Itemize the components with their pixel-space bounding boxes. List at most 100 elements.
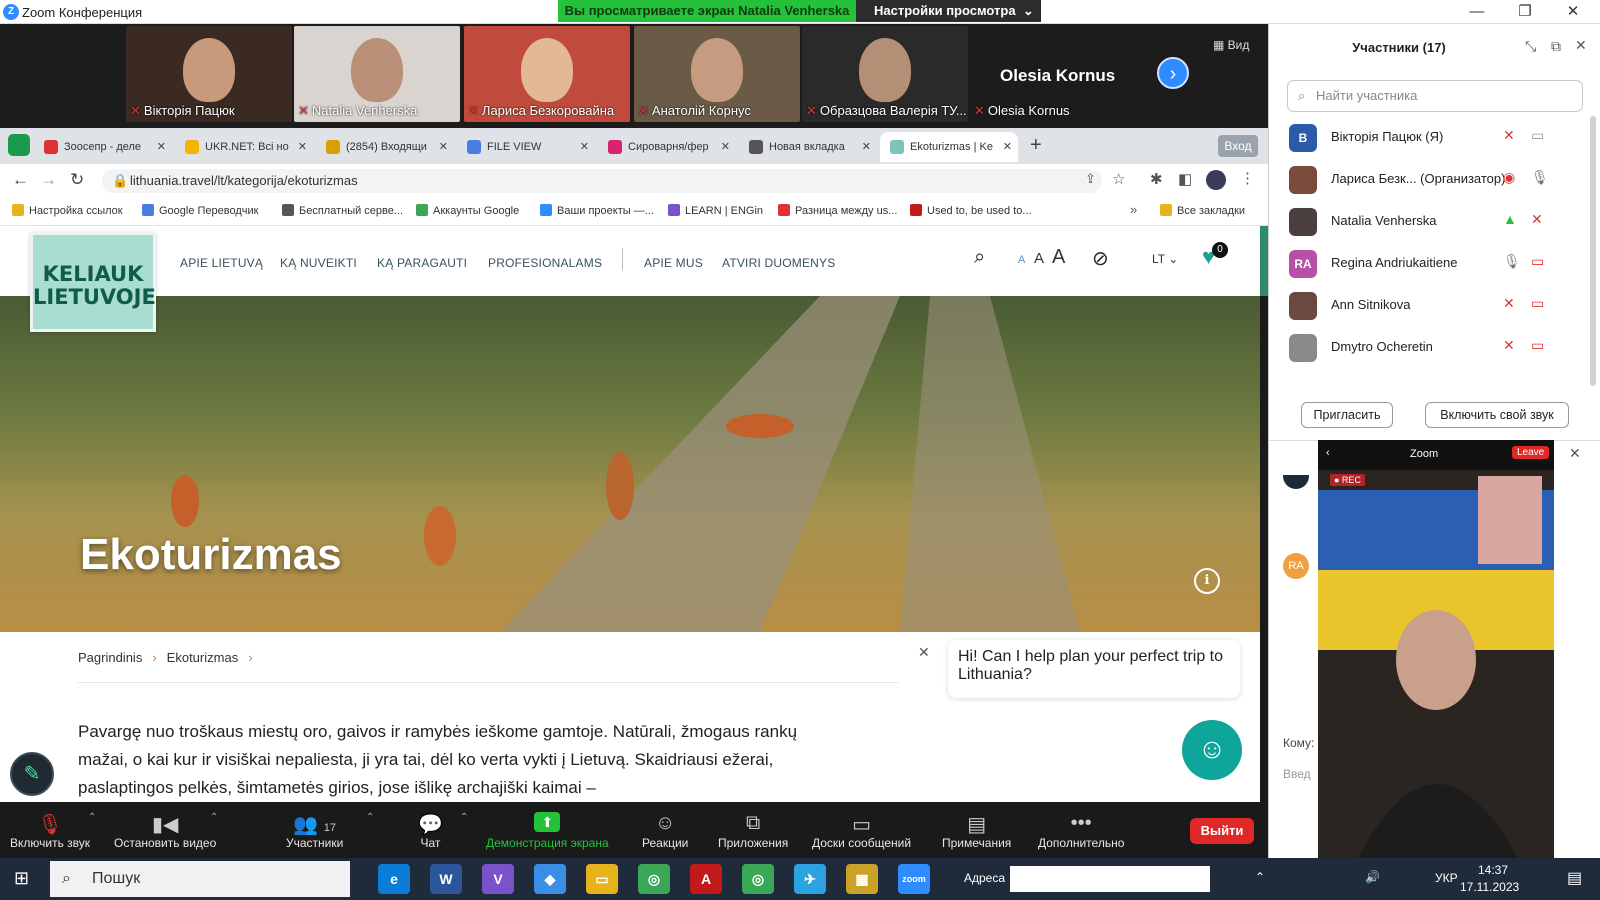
leave-button[interactable]: Выйти (1190, 818, 1254, 844)
bookmark-item[interactable]: Google Переводчик (142, 204, 259, 217)
star-icon[interactable]: ☆ (1112, 170, 1125, 188)
bookmark-item[interactable]: Used to, be used to... (910, 204, 1032, 217)
tab-close-icon[interactable]: ✕ (862, 132, 871, 162)
keyboard-language[interactable]: УКР (1435, 871, 1458, 885)
video-tile-active[interactable]: Olesia Kornus ✕ Olesia Kornus (970, 26, 1136, 122)
chevron-up-icon[interactable]: ⌃ (88, 812, 96, 823)
font-size-medium[interactable]: A (1034, 250, 1044, 267)
share-screen-button[interactable]: ⬆ Демонстрация экрана (486, 812, 609, 850)
breadcrumb-current[interactable]: Ekoturizmas (167, 650, 239, 665)
nav-profesionalams[interactable]: PROFESIONALAMS (488, 256, 602, 270)
chatbot-icon[interactable]: ☺ (1182, 720, 1242, 780)
language-select[interactable]: LT ⌄ (1152, 252, 1178, 266)
next-page-button[interactable]: › (1157, 57, 1189, 89)
browser-tab[interactable]: FILE VIEW ✕ (457, 132, 595, 162)
browser-tab[interactable]: UKR.NET: Всі но ✕ (175, 132, 313, 162)
font-size-large[interactable]: A (1052, 246, 1065, 269)
participants-button[interactable]: 👥 17 Участники (286, 812, 343, 850)
chat-close-icon[interactable]: ✕ (918, 644, 930, 661)
sidepanel-icon[interactable]: ◧ (1178, 170, 1192, 188)
chevron-up-icon[interactable]: ⌃ (210, 812, 218, 823)
taskbar-app-icon[interactable]: ◆ (534, 864, 566, 894)
browser-tab[interactable]: Сироварня/фер ✕ (598, 132, 736, 162)
video-tile[interactable]: ✕ Анатолій Корнус (634, 26, 800, 122)
taskbar-app-icon[interactable]: ◎ (742, 864, 774, 894)
forward-icon[interactable]: → (40, 170, 57, 190)
chevron-up-icon[interactable]: ⌃ (460, 812, 468, 823)
collapse-icon[interactable]: ⤡ (1525, 38, 1536, 55)
participant-row[interactable]: Dmytro Ocheretin ✕ ▭ (1269, 326, 1589, 368)
tab-close-icon[interactable]: ✕ (298, 132, 307, 162)
taskbar-app-icon[interactable]: ◎ (638, 864, 670, 894)
nav-atviri-duomenys[interactable]: ATVIRI DUOMENYS (722, 256, 835, 270)
browser-tab[interactable]: (2854) Входящи ✕ (316, 132, 454, 162)
url-input[interactable]: 🔒 lithuania.travel/lt/kategorija/ekoturiz… (102, 169, 1102, 193)
windows-start-icon[interactable]: ⊞ (14, 868, 29, 889)
notifications-icon[interactable]: ▤ (1567, 868, 1582, 888)
tab-close-icon[interactable]: ✕ (580, 132, 589, 162)
phone-leave-button[interactable]: Leave (1512, 446, 1550, 459)
notes-button[interactable]: ▤ Примечания (942, 812, 1011, 850)
page-scrollbar[interactable] (1260, 226, 1268, 296)
share-icon[interactable]: ⇪ (1085, 171, 1096, 187)
tab-close-icon[interactable]: ✕ (157, 132, 166, 162)
extensions-icon[interactable]: ✱ (1150, 170, 1163, 188)
tray-chevron-icon[interactable]: ⌃ (1255, 870, 1265, 884)
video-tile[interactable]: ✕ Лариса Безкоровайна (464, 26, 630, 122)
chat-input[interactable]: Введ (1283, 767, 1311, 781)
taskbar-app-icon[interactable]: V (482, 864, 514, 894)
back-icon[interactable]: ‹ (1326, 447, 1330, 459)
reload-icon[interactable]: ↻ (70, 170, 84, 190)
participant-row[interactable]: Лариса Безк... (Организатор) ◉ 🎙 (1269, 158, 1589, 200)
minimize-button[interactable]: — (1462, 2, 1492, 22)
address-input[interactable] (1010, 866, 1210, 892)
bookmark-item[interactable]: Аккаунты Google (416, 204, 519, 217)
whiteboards-button[interactable]: ▭ Доски сообщений (812, 812, 911, 850)
nav-apie-mus[interactable]: APIE MUS (644, 256, 703, 270)
tab-close-icon[interactable]: ✕ (1003, 132, 1012, 162)
taskbar-search[interactable]: ⌕ Пошук (50, 861, 350, 897)
unmute-self-button[interactable]: Включить свой звук (1425, 402, 1569, 428)
volume-icon[interactable]: 🔊 (1365, 870, 1380, 884)
browser-tab[interactable]: Новая вкладка ✕ (739, 132, 877, 162)
tab-close-icon[interactable]: ✕ (439, 132, 448, 162)
bookmark-item[interactable]: Разница между us... (778, 204, 897, 217)
restore-button[interactable]: ❐ (1510, 2, 1540, 22)
taskbar-app-icon[interactable]: A (690, 864, 722, 894)
taskbar-app-icon[interactable]: ▭ (586, 864, 618, 894)
reactions-button[interactable]: ☺ Реакции (642, 812, 688, 850)
bookmark-item[interactable]: Настройка ссылок (12, 204, 123, 217)
eye-slash-icon[interactable]: ⊘ (1092, 246, 1109, 271)
info-icon[interactable]: i (1194, 568, 1220, 594)
apps-button[interactable]: ⧉ Приложения (718, 812, 788, 850)
tab-close-icon[interactable]: ✕ (721, 132, 730, 162)
site-logo[interactable]: KELIAUK LIETUVOJE (30, 232, 156, 332)
pencil-icon[interactable]: ✎ (10, 752, 54, 796)
view-settings-button[interactable]: Настройки просмотра ⌄ (856, 0, 1041, 22)
taskbar-app-icon[interactable]: ✈ (794, 864, 826, 894)
browser-tab[interactable]: Зоосепр - деле ✕ (34, 132, 172, 162)
taskbar-app-icon[interactable]: ▦ (846, 864, 878, 894)
menu-icon[interactable]: ⋮ (1240, 169, 1255, 187)
video-tile[interactable]: ✕ Вікторія Пацюк (126, 26, 292, 122)
video-tile[interactable]: ✕ Образцова Валерія ТУ... (802, 26, 968, 122)
taskbar-app-icon[interactable]: W (430, 864, 462, 894)
unmute-button[interactable]: 🎙 Включить звук (10, 812, 90, 850)
stop-video-button[interactable]: ▮◀ Остановить видео (114, 812, 216, 850)
taskbar-app-icon[interactable]: zoom (898, 864, 930, 894)
browser-tab[interactable]: Ekoturizmas | Ke ✕ (880, 132, 1018, 162)
back-icon[interactable]: ← (12, 170, 29, 190)
chat-close-icon[interactable]: ✕ (1569, 445, 1581, 462)
nav-ka-nuveikti[interactable]: KĄ NUVEIKTI (280, 256, 357, 270)
more-bookmarks-icon[interactable]: » (1130, 202, 1137, 217)
font-size-small[interactable]: A (1018, 254, 1025, 266)
shield-icon[interactable] (8, 134, 30, 156)
profile-avatar[interactable] (1206, 170, 1226, 190)
video-tile[interactable]: ✕ Natalia Venherska (294, 26, 460, 122)
chat-bubble[interactable]: Hi! Can I help plan your perfect trip to… (948, 640, 1240, 698)
nav-ka-paragauti[interactable]: KĄ PARAGAUTI (377, 256, 467, 270)
popout-icon[interactable]: ⧉ (1551, 38, 1561, 55)
panel-close-icon[interactable]: ✕ (1575, 37, 1587, 54)
participant-row[interactable]: Ann Sitnikova ✕ ▭ (1269, 284, 1589, 326)
more-button[interactable]: ••• Дополнительно (1038, 812, 1124, 850)
